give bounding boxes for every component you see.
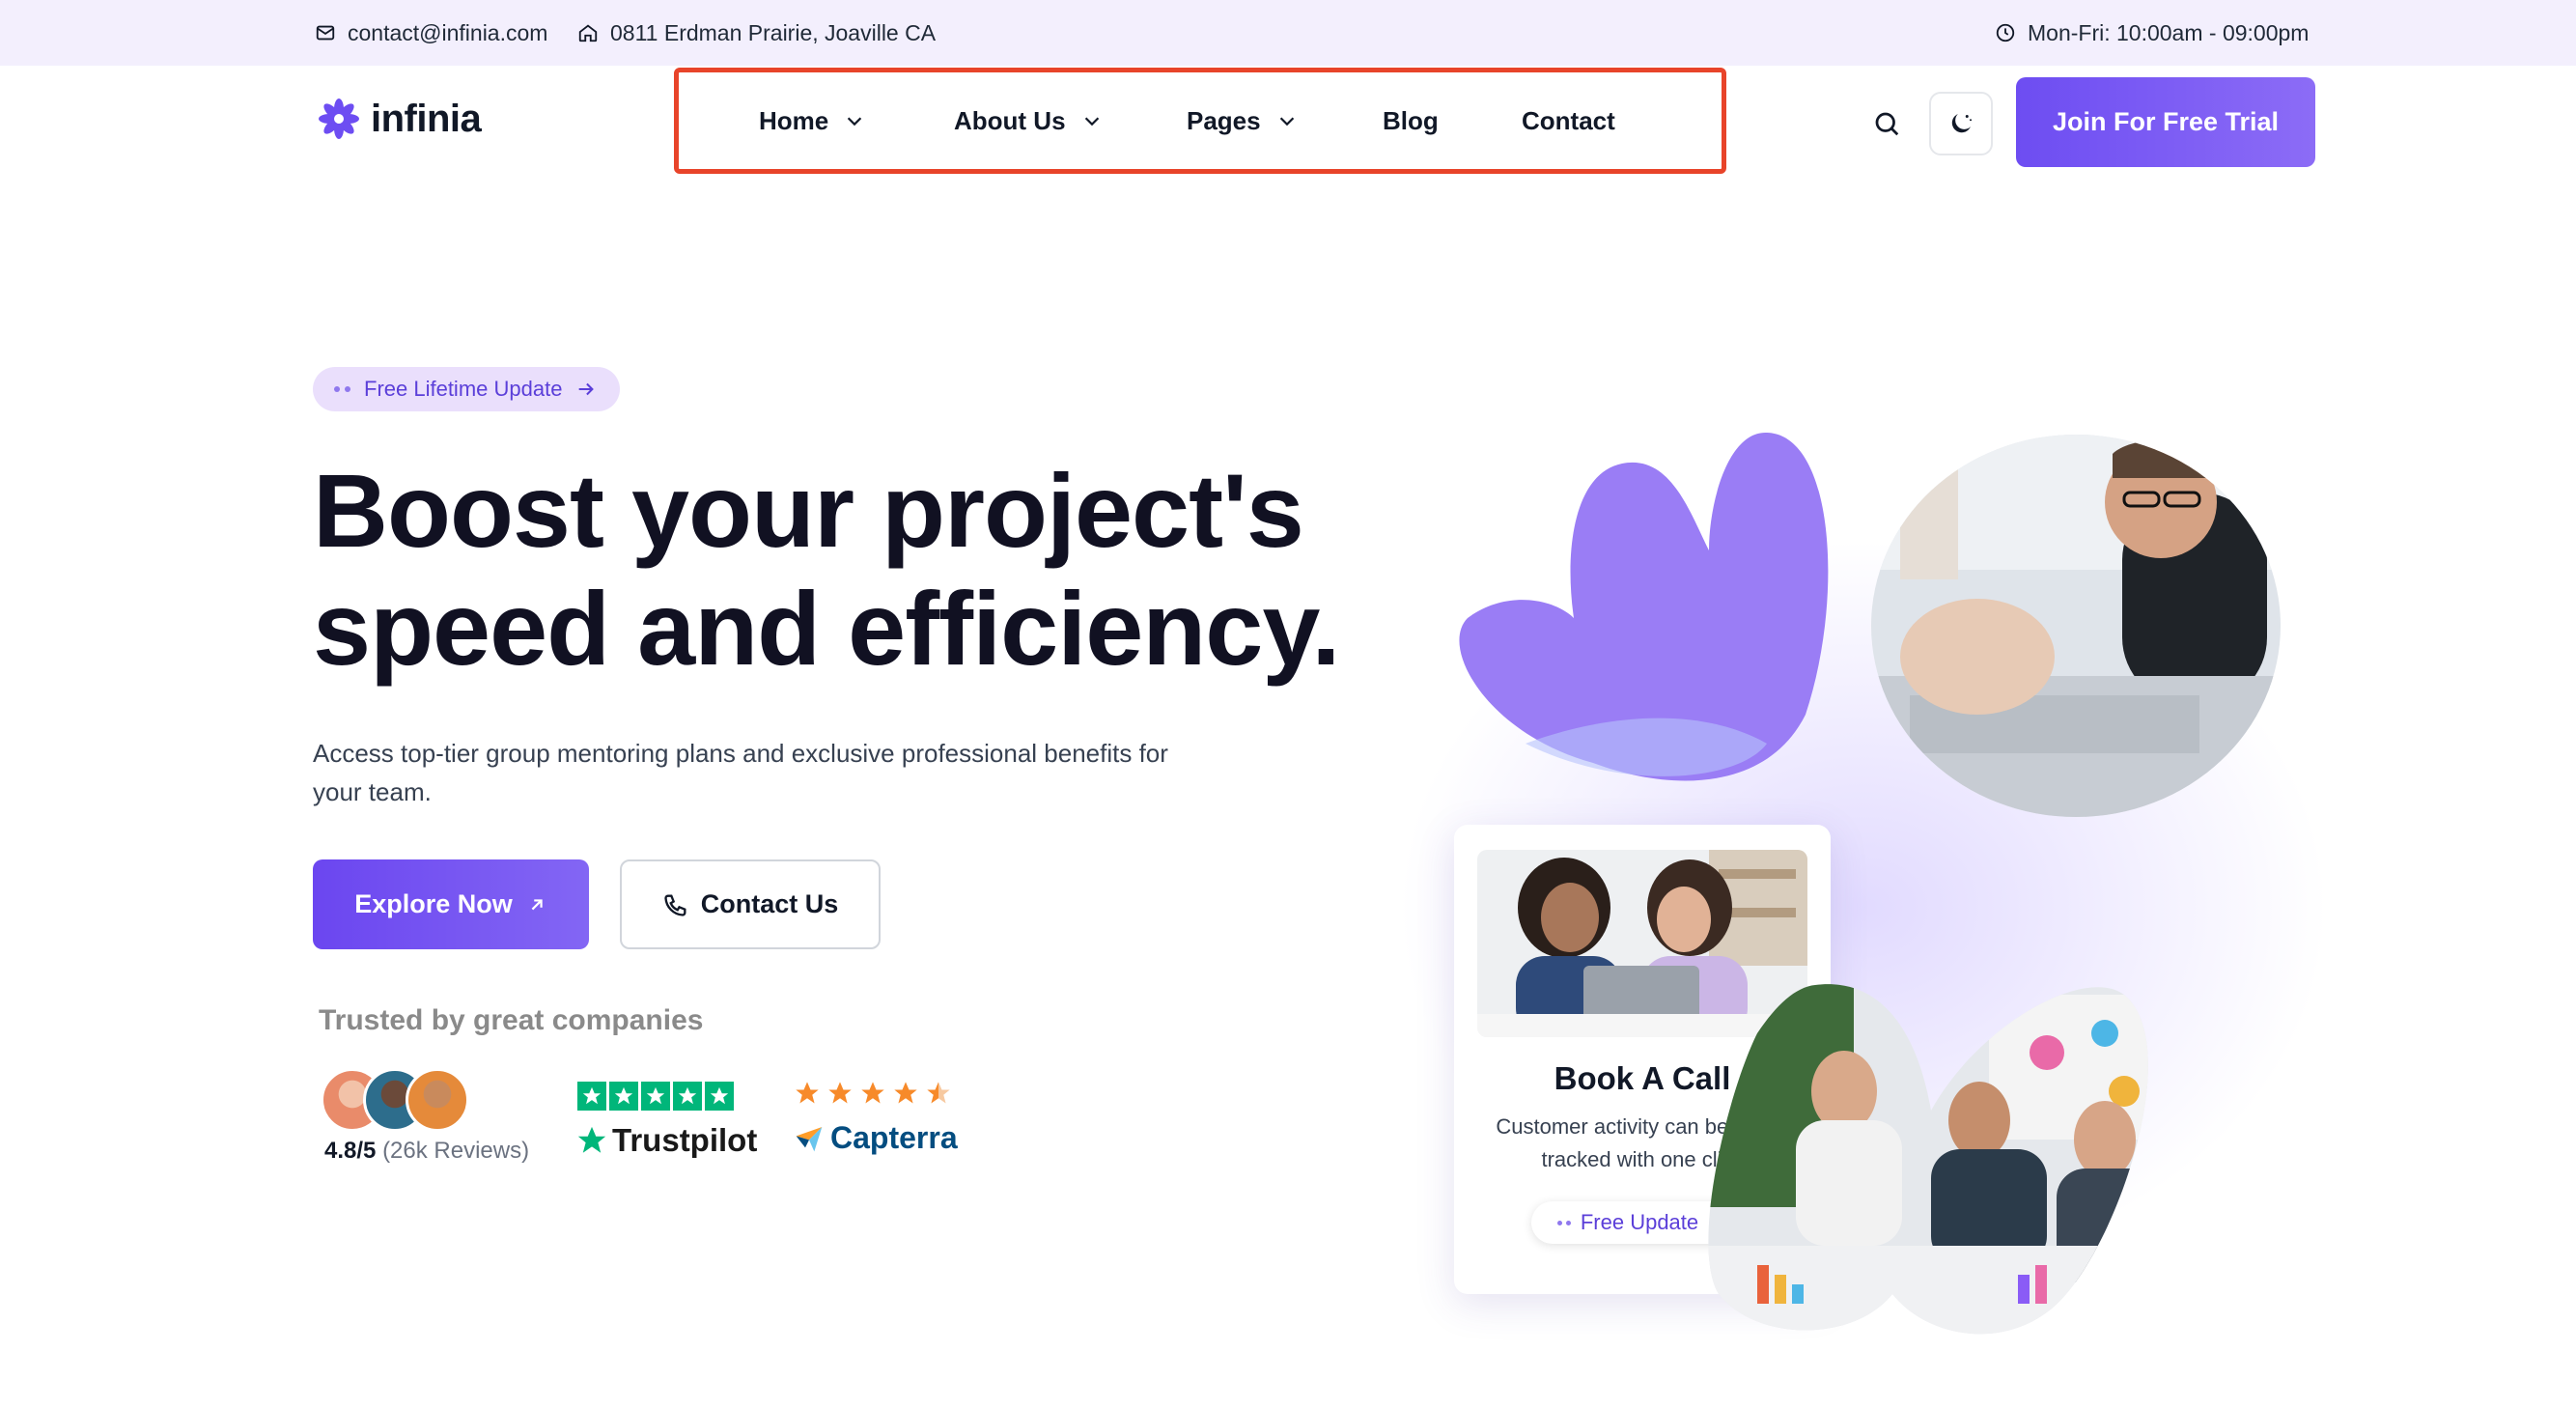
- contact-address: 0811 Erdman Prairie, Joaville CA: [577, 0, 936, 66]
- logo[interactable]: infinia: [317, 97, 482, 141]
- star-icon: [609, 1082, 638, 1111]
- star-icon: [673, 1082, 702, 1111]
- clock-icon: [1996, 23, 2015, 42]
- trustpilot-logo[interactable]: Trustpilot: [575, 1122, 757, 1159]
- join-free-trial-button[interactable]: Join For Free Trial: [2016, 77, 2315, 167]
- star-icon: [861, 1082, 884, 1104]
- capterra-arrow-icon: [796, 1126, 823, 1151]
- arrow-up-right-icon: [531, 898, 543, 910]
- capterra-logo[interactable]: Capterra: [794, 1120, 958, 1156]
- rating-value: 4.8/5: [324, 1138, 377, 1164]
- half-star-icon: [927, 1082, 950, 1104]
- dots-icon: [334, 386, 350, 392]
- phone-icon: [664, 894, 686, 916]
- explore-label: Explore Now: [354, 889, 513, 918]
- business-hours: Mon-Fri: 10:00am - 09:00pm: [1995, 0, 2309, 66]
- address-text: 0811 Erdman Prairie, Joaville CA: [610, 19, 937, 45]
- search-icon: [1875, 112, 1899, 136]
- explore-now-button[interactable]: Explore Now: [313, 859, 589, 949]
- pill-label: Free Lifetime Update: [364, 377, 563, 401]
- headline-line-2: speed and efficiency.: [313, 570, 1340, 687]
- site-header: infinia Home About Us Pages Blog Contact…: [0, 66, 2576, 182]
- moon-icon: [1951, 114, 1972, 133]
- hero-subtitle: Access top-tier group mentoring plans an…: [313, 739, 1168, 806]
- theme-toggle-button[interactable]: [1929, 92, 1993, 155]
- trustpilot-stars: [577, 1082, 734, 1111]
- reviewer-avatars: [321, 1068, 475, 1132]
- star-icon: [577, 1082, 606, 1111]
- hours-text: Mon-Fri: 10:00am - 09:00pm: [2028, 19, 2310, 45]
- star-icon: [894, 1082, 917, 1104]
- trusted-label: Trusted by great companies: [319, 1004, 704, 1036]
- team-photo-circle: [1871, 435, 2281, 817]
- logo-text: infinia: [371, 97, 482, 140]
- hero-headline: Boost your project's speed and efficienc…: [313, 452, 1375, 688]
- star-icon: [796, 1082, 819, 1104]
- home-icon: [578, 24, 598, 42]
- contact-label: Contact Us: [700, 889, 839, 918]
- rating-summary: 4.8/5 (26k Reviews): [324, 1138, 529, 1165]
- free-lifetime-update-pill[interactable]: Free Lifetime Update: [313, 367, 620, 411]
- star-icon: [641, 1082, 670, 1111]
- arrow-right-icon: [579, 382, 595, 396]
- contact-us-button[interactable]: Contact Us: [620, 859, 881, 949]
- star-icon: [705, 1082, 734, 1111]
- rating-count: (26k Reviews): [382, 1138, 530, 1164]
- contact-email[interactable]: contact@infinia.com: [315, 0, 547, 66]
- card-pill-label: Free Update: [1580, 1210, 1699, 1234]
- mail-icon: [316, 25, 335, 41]
- dots-icon: [1556, 1220, 1571, 1225]
- avatar: [406, 1068, 469, 1132]
- trustpilot-star-icon: [577, 1126, 606, 1153]
- email-text: contact@infinia.com: [348, 19, 548, 45]
- headline-line-1: Boost your project's: [313, 452, 1304, 569]
- capterra-stars: [794, 1080, 952, 1107]
- search-button[interactable]: [1867, 104, 1906, 143]
- star-icon: [828, 1082, 852, 1104]
- capterra-name: Capterra: [830, 1120, 958, 1155]
- team-meeting-photo: [1699, 975, 2221, 1342]
- trustpilot-name: Trustpilot: [612, 1122, 758, 1158]
- logo-icon: [319, 99, 359, 139]
- top-info-bar: contact@infinia.com 0811 Erdman Prairie,…: [0, 0, 2576, 66]
- nav-highlight-box: [674, 68, 1726, 174]
- purple-petal-shape: [1459, 432, 1829, 781]
